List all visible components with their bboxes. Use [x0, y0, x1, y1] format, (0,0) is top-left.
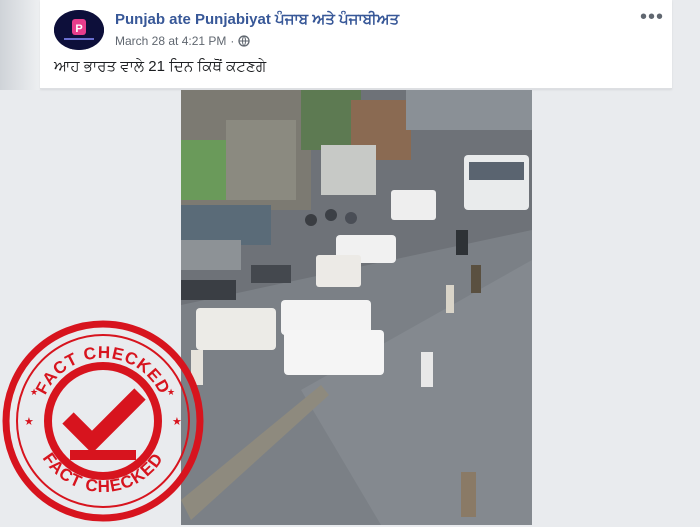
svg-text:★: ★ [167, 388, 175, 398]
svg-text:★: ★ [24, 415, 34, 428]
meta-separator: · [230, 34, 235, 48]
checkmark-icon [62, 388, 146, 460]
post-timestamp[interactable]: March 28 at 4:21 PM [115, 34, 226, 48]
page-name-link[interactable]: Punjab ate Punjabiyat ਪੰਜਾਬ ਅਤੇ ਪੰਜਾਬੀਅਤ [115, 11, 399, 28]
post-meta: March 28 at 4:21 PM · [115, 34, 251, 48]
facebook-post-header: P Punjab ate Punjabiyat ਪੰਜਾਬ ਅਤੇ ਪੰਜਾਬੀ… [40, 0, 672, 89]
street-scene-image [181, 90, 532, 525]
punjab-logo-icon: P [54, 10, 104, 50]
svg-text:★: ★ [30, 388, 38, 398]
page-avatar[interactable]: P [54, 10, 104, 50]
fact-checked-stamp: FACT CHECKED FACT CHECKED ★ ★ ★ ★ [2, 320, 204, 522]
svg-text:P: P [75, 23, 82, 35]
svg-text:★: ★ [172, 415, 182, 428]
post-caption: ਆਹ ਭਾਰਤ ਵਾਲੇ 21 ਦਿਨ ਕਿਥੋਂ ਕਟਣਗੇ [54, 58, 267, 75]
globe-icon [238, 35, 251, 47]
more-options-icon[interactable]: ••• [640, 6, 664, 29]
background-blur [0, 0, 40, 90]
post-video-frame[interactable] [181, 90, 532, 525]
